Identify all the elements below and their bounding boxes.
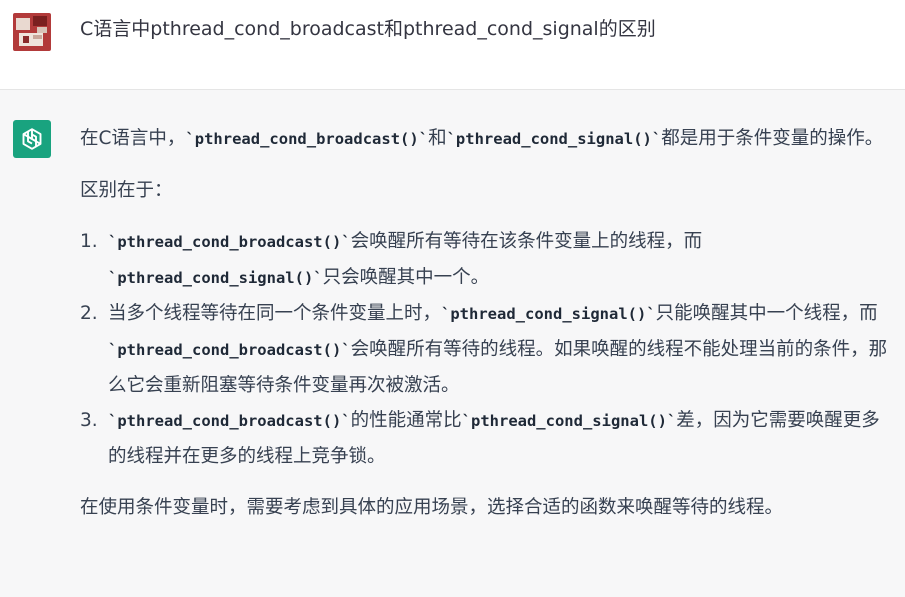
inline-code: `pthread_cond_signal()` bbox=[461, 412, 677, 430]
list-item: 1. `pthread_cond_broadcast()`会唤醒所有等待在该条件… bbox=[80, 224, 895, 296]
inline-code: `pthread_cond_signal()` bbox=[108, 269, 323, 287]
list-text: 会唤醒所有等待在该条件变量上的线程，而 bbox=[350, 231, 703, 252]
openai-logo-icon bbox=[22, 128, 42, 150]
list-item: 3. `pthread_cond_broadcast()`的性能通常比`pthr… bbox=[80, 403, 895, 474]
user-avatar bbox=[13, 13, 51, 51]
answer-conclusion: 在使用条件变量时，需要考虑到具体的应用场景，选择合适的函数来唤醒等待的线程。 bbox=[80, 497, 784, 518]
user-message-row: C语言中pthread_cond_broadcast和pthread_cond_… bbox=[0, 0, 905, 90]
inline-code: `pthread_cond_signal()` bbox=[446, 130, 662, 148]
inline-code: `pthread_cond_broadcast()` bbox=[108, 341, 351, 359]
inline-code: `pthread_cond_broadcast()` bbox=[108, 412, 351, 430]
user-question-text: C语言中pthread_cond_broadcast和pthread_cond_… bbox=[80, 18, 656, 40]
list-text: 只能唤醒其中一个线程，而 bbox=[655, 303, 878, 324]
list-text: 当多个线程等待在同一个条件变量上时， bbox=[108, 303, 442, 324]
list-number: 1. bbox=[80, 231, 98, 252]
list-number: 3. bbox=[80, 410, 98, 431]
difference-list: 1. `pthread_cond_broadcast()`会唤醒所有等待在该条件… bbox=[80, 224, 895, 474]
list-text: 的性能通常比 bbox=[350, 410, 462, 431]
assistant-message-row: 在C语言中，`pthread_cond_broadcast()`和`pthrea… bbox=[0, 90, 905, 597]
inline-code: `pthread_cond_broadcast()` bbox=[185, 130, 429, 148]
intro-text: 都是用于条件变量的操作。 bbox=[661, 128, 884, 149]
assistant-answer: 在C语言中，`pthread_cond_broadcast()`和`pthrea… bbox=[80, 121, 895, 525]
user-avatar-image bbox=[13, 13, 51, 51]
inline-code: `pthread_cond_broadcast()` bbox=[108, 233, 351, 251]
list-text: 只会唤醒其中一个。 bbox=[322, 267, 490, 288]
intro-text: 和 bbox=[428, 128, 447, 149]
assistant-avatar bbox=[13, 120, 51, 158]
list-item: 2. 当多个线程等待在同一个条件变量上时，`pthread_cond_signa… bbox=[80, 296, 895, 403]
inline-code: `pthread_cond_signal()` bbox=[441, 305, 656, 323]
diff-label: 区别在于： bbox=[80, 180, 173, 201]
list-number: 2. bbox=[80, 303, 98, 324]
intro-text: 在C语言中， bbox=[80, 128, 186, 149]
answer-intro: 在C语言中，`pthread_cond_broadcast()`和`pthrea… bbox=[80, 121, 895, 157]
